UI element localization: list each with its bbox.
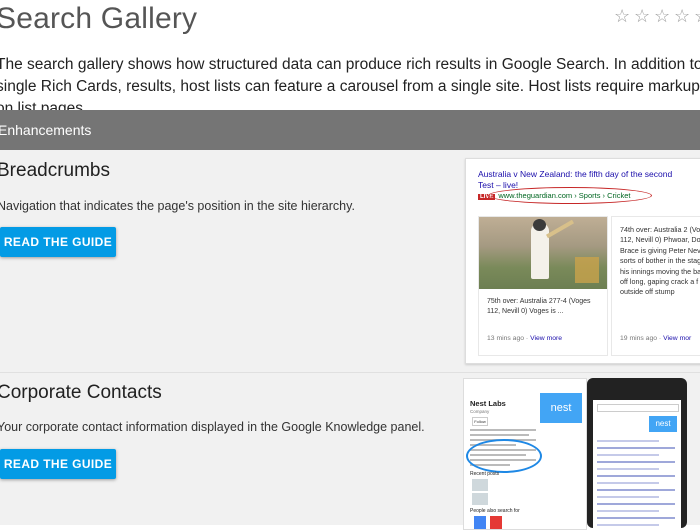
section-description: Your corporate contact information displ… [0,420,425,434]
company-type: Company [470,409,490,414]
post-thumbnail [472,479,488,491]
rating-stars[interactable]: ☆☆☆☆☆ [614,6,700,27]
card-time: 19 mins ago · [620,335,664,342]
tablet-screen: nest [593,400,681,528]
view-more-link: View mor [663,335,692,342]
example-card: 74th over: Australia 2 (Voges 112, Nevil… [611,216,700,356]
breadcrumbs-example-image: Australia v New Zealand: the fifth day o… [465,158,700,364]
card-text: 74th over: Australia 2 (Voges 112, Nevil… [620,225,700,297]
tablet-search-bar [597,404,679,412]
card-text: 75th over: Australia 277-4 (Voges 112, N… [487,298,591,315]
cricket-bat [546,219,574,239]
star-icon[interactable]: ☆ [694,6,700,27]
related-logo [474,516,486,529]
highlight-oval [488,187,652,204]
cricket-photo [479,217,607,289]
nest-logo: nest [540,393,582,423]
sponsor-board [575,257,599,283]
star-icon[interactable]: ☆ [654,6,674,27]
batsman [531,223,549,279]
related-logo [490,516,502,529]
tablet-mockup: nest [587,378,687,528]
page-title: Search Gallery [0,2,198,35]
section-title: Breadcrumbs [0,160,110,181]
read-guide-button[interactable]: READ THE GUIDE [0,449,116,479]
follow-badge: Follow [472,417,488,426]
tablet-nest-logo: nest [649,416,677,432]
section-description: Navigation that indicates the page's pos… [0,199,355,213]
card-time: 13 mins ago · [487,335,531,342]
section-title: Corporate Contacts [0,382,162,403]
star-icon[interactable]: ☆ [674,6,694,27]
card-meta: 13 mins ago · View more [487,335,562,342]
post-thumbnail [472,493,488,505]
view-more-link: View more [530,335,563,342]
company-name: Nest Labs [470,399,506,408]
recent-posts-label: Recent posts [470,471,500,477]
example-card: 75th over: Australia 277-4 (Voges 112, N… [478,216,608,356]
enhancements-label: Enhancements [0,122,92,138]
batsman-helmet [533,219,546,231]
enhancements-header: Enhancements [0,110,700,150]
star-icon[interactable]: ☆ [634,6,654,27]
read-guide-button[interactable]: READ THE GUIDE [0,227,116,257]
star-icon[interactable]: ☆ [614,6,634,27]
highlight-circle [466,439,542,473]
corporate-contacts-example-image: Nest Labs Company Follow nest Recent pos… [463,378,587,530]
card-meta: 19 mins ago · View mor [620,335,691,342]
tablet-result-lines [597,440,675,528]
people-also-label: People also search for [470,508,520,514]
